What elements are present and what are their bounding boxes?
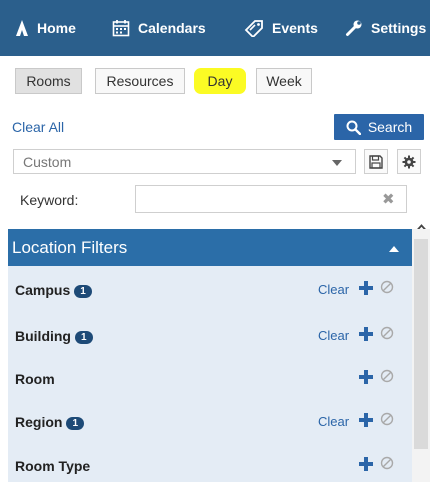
- ban-icon[interactable]: [380, 412, 394, 426]
- filter-row-room: Room: [8, 358, 412, 402]
- filter-label: Room: [15, 371, 55, 387]
- nav-settings[interactable]: Settings: [345, 0, 426, 56]
- save-search-button[interactable]: [364, 149, 388, 174]
- filter-label: Region: [15, 414, 63, 430]
- clear-filter-link[interactable]: Clear: [318, 414, 349, 429]
- ban-icon[interactable]: [380, 456, 394, 470]
- chevron-up-icon: [389, 246, 399, 252]
- settings-button[interactable]: [397, 149, 421, 174]
- nav-calendars[interactable]: Calendars: [112, 0, 206, 56]
- gear-icon: [402, 155, 416, 168]
- keyword-label: Keyword:: [20, 192, 79, 208]
- tab-rooms[interactable]: Rooms: [15, 68, 82, 94]
- filter-label: Room Type: [15, 458, 91, 474]
- filter-row-campus: Campus 1 Clear: [8, 269, 412, 313]
- search-button-label: Search: [367, 119, 413, 135]
- tab-day[interactable]: Day: [194, 68, 246, 94]
- tab-resources[interactable]: Resources: [95, 68, 185, 94]
- nav-home-label: Home: [37, 20, 76, 36]
- close-icon[interactable]: ✖: [382, 192, 395, 207]
- count-badge: 1: [74, 285, 92, 298]
- wrench-icon: [346, 20, 362, 36]
- location-filters-panel: Location Filters Campus 1 Clear Building 1…: [8, 229, 412, 482]
- chevron-down-icon: [332, 160, 342, 166]
- save-icon: [369, 154, 383, 169]
- ban-icon[interactable]: [380, 326, 394, 340]
- saved-search-select[interactable]: Custom: [13, 149, 356, 174]
- ban-icon[interactable]: [380, 280, 394, 294]
- search-icon: [346, 120, 361, 135]
- home-icon: [16, 20, 28, 36]
- plus-icon[interactable]: [359, 457, 373, 471]
- top-nav-bar: Home Calendars Events Settings: [0, 0, 430, 56]
- location-filters-title: Location Filters: [12, 237, 128, 257]
- keyword-input[interactable]: [135, 185, 407, 213]
- plus-icon[interactable]: [359, 281, 373, 295]
- nav-settings-label: Settings: [371, 20, 427, 36]
- plus-icon[interactable]: [359, 413, 373, 427]
- count-badge: 1: [75, 331, 93, 344]
- plus-icon[interactable]: [359, 370, 373, 384]
- calendar-icon: [112, 20, 130, 37]
- location-filters-header[interactable]: Location Filters: [8, 229, 412, 266]
- filter-label: Campus: [15, 282, 71, 298]
- scrollbar-thumb[interactable]: [414, 239, 428, 449]
- clear-all-link[interactable]: Clear All: [12, 119, 64, 135]
- filter-row-region: Region 1 Clear: [8, 401, 412, 445]
- nav-home[interactable]: Home: [15, 0, 76, 56]
- vertical-scrollbar[interactable]: [412, 229, 430, 482]
- search-button[interactable]: Search: [334, 114, 424, 140]
- clear-filter-link[interactable]: Clear: [318, 328, 349, 343]
- filter-row-building: Building 1 Clear: [8, 315, 412, 359]
- nav-events[interactable]: Events: [244, 0, 318, 56]
- tab-week[interactable]: Week: [256, 68, 312, 94]
- plus-icon[interactable]: [359, 327, 373, 341]
- saved-search-value: Custom: [23, 153, 72, 170]
- clear-filter-link[interactable]: Clear: [318, 282, 349, 297]
- ban-icon[interactable]: [380, 369, 394, 383]
- tag-icon: [244, 20, 263, 37]
- filter-label: Building: [15, 328, 71, 344]
- nav-calendars-label: Calendars: [138, 20, 206, 36]
- nav-events-label: Events: [272, 20, 318, 36]
- count-badge: 1: [66, 417, 85, 430]
- filter-row-room-type: Room Type: [8, 445, 412, 482]
